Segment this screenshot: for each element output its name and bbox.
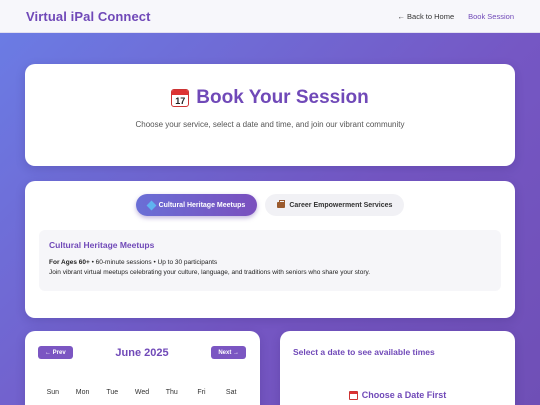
back-to-home-link[interactable]: ← Back to Home bbox=[397, 12, 454, 21]
weekday-label: Wed bbox=[134, 389, 150, 396]
tab-career-empowerment[interactable]: Career Empowerment Services bbox=[265, 194, 405, 216]
page-title-text: Book Your Session bbox=[196, 87, 369, 108]
weekday-label: Sat bbox=[225, 389, 237, 396]
time-slots-title: Select a date to see available times bbox=[293, 347, 435, 357]
calendar-icon: 17 bbox=[171, 89, 190, 107]
date-picker-card: ← Prev June 2025 Next → Sun Mon Tue Wed … bbox=[25, 331, 260, 405]
service-details: • 60-minute sessions • Up to 30 particip… bbox=[89, 259, 218, 266]
top-nav-bar: Virtual iPal Connect ← Back to Home Book… bbox=[0, 0, 540, 33]
book-session-link[interactable]: Book Session bbox=[468, 12, 514, 21]
service-description: Join vibrant virtual meetups celebrating… bbox=[49, 269, 371, 276]
next-month-button[interactable]: Next → bbox=[211, 346, 246, 359]
tab-label: Career Empowerment Services bbox=[289, 201, 393, 209]
hero-card: 17 Book Your Session Choose your service… bbox=[25, 64, 515, 166]
top-nav-links: ← Back to Home Book Session bbox=[397, 12, 514, 21]
time-slots-card: Select a date to see available times Cho… bbox=[280, 331, 515, 405]
service-details-panel: Cultural Heritage Meetups For Ages 60+ •… bbox=[39, 230, 501, 291]
weekday-label: Tue bbox=[106, 389, 119, 396]
brand-logo-text[interactable]: Virtual iPal Connect bbox=[26, 9, 151, 24]
calendar-icon bbox=[348, 390, 358, 400]
service-title: Cultural Heritage Meetups bbox=[49, 240, 155, 250]
page-title: 17 Book Your Session bbox=[25, 87, 515, 109]
weekday-header-row: Sun Mon Tue Wed Thu Fri Sat bbox=[38, 389, 246, 396]
weekday-label: Mon bbox=[75, 389, 90, 396]
weekday-label: Thu bbox=[165, 389, 178, 396]
calendar-month-label: June 2025 bbox=[115, 346, 169, 359]
prev-month-button[interactable]: ← Prev bbox=[38, 346, 73, 359]
choose-date-text: Choose a Date First bbox=[361, 390, 447, 400]
calendar-header: ← Prev June 2025 Next → bbox=[38, 346, 246, 359]
weekday-label: Sun bbox=[46, 389, 60, 396]
service-meta: For Ages 60+ • 60-minute sessions • Up t… bbox=[49, 259, 491, 266]
tab-cultural-heritage[interactable]: Cultural Heritage Meetups bbox=[135, 194, 258, 216]
choose-date-placeholder: Choose a Date First bbox=[280, 390, 515, 400]
tab-label: Cultural Heritage Meetups bbox=[158, 201, 246, 209]
page-subtitle: Choose your service, select a date and t… bbox=[135, 120, 405, 129]
service-audience: For Ages 60+ bbox=[49, 259, 90, 266]
briefcase-icon bbox=[277, 200, 286, 208]
service-selector-card: Cultural Heritage Meetups Career Empower… bbox=[25, 181, 515, 318]
weekday-label: Fri bbox=[197, 389, 206, 396]
service-tabs: Cultural Heritage Meetups Career Empower… bbox=[25, 194, 515, 216]
gem-icon bbox=[146, 200, 157, 210]
